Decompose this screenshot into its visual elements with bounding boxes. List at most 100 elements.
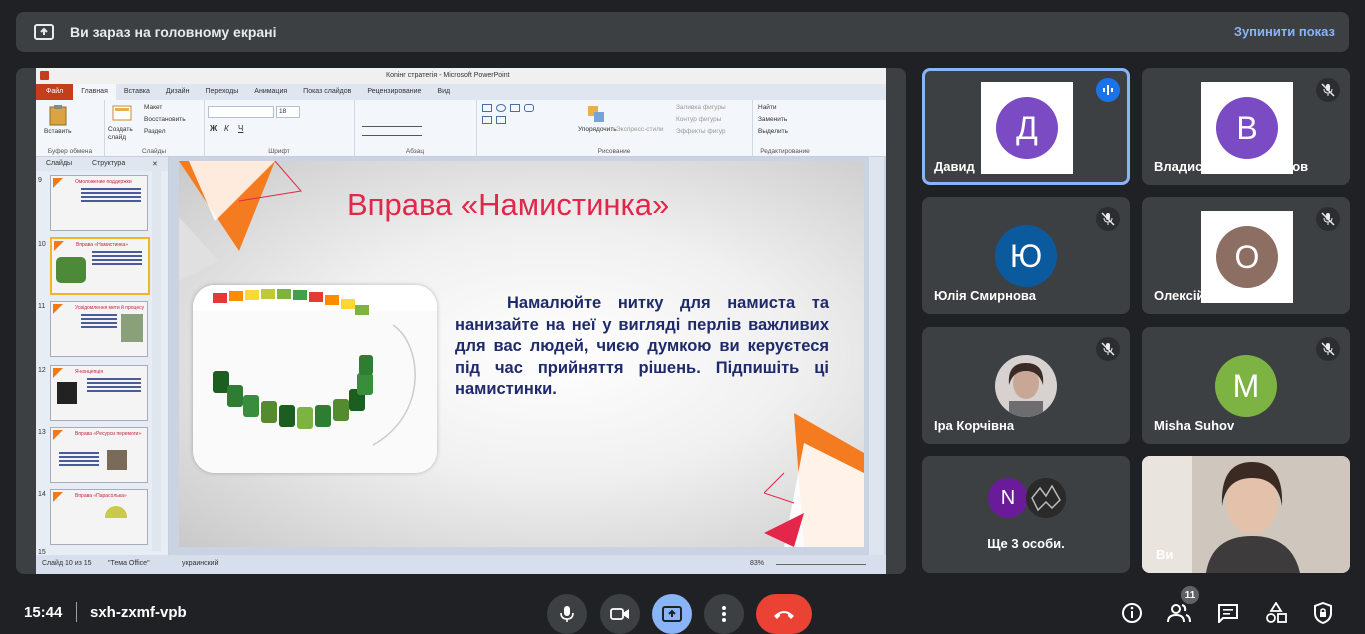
slides-pane: Слайды Структура ✕ 9 Омоложение поддержк… — [36, 157, 169, 556]
shape-outline-button[interactable]: Контур фигуры — [676, 116, 721, 123]
find-button[interactable]: Найти — [758, 104, 777, 111]
participant-tile-oleksii[interactable]: О Олексій Швачко — [1142, 197, 1350, 314]
slide-decoration-bottom — [764, 413, 864, 547]
participant-tile-ira[interactable]: Іра Корчівна — [922, 327, 1130, 444]
avatar-frame: Д — [981, 82, 1073, 174]
shape-fill-button[interactable]: Заливка фигуры — [676, 104, 726, 111]
quick-styles-button[interactable]: Экспресс-стили — [616, 126, 664, 133]
clock: 15:44 — [24, 604, 63, 621]
tab-slideshow[interactable]: Показ слайдов — [295, 84, 359, 100]
replace-button[interactable]: Заменить — [758, 116, 787, 123]
thumb-title: Вправа «Ресурси перемоги» — [75, 431, 142, 437]
select-button[interactable]: Выделить — [758, 128, 788, 135]
banner-text: Ви зараз на головному екрані — [70, 24, 277, 40]
tab-slides[interactable]: Слайды — [46, 160, 72, 167]
ppt-statusbar: Слайд 10 из 15 "Тема Office" украинский … — [36, 555, 886, 574]
slide-editor: Вправа «Намистинка» Намалюйте нитку для … — [169, 157, 886, 555]
participant-name: Misha Suhov — [1154, 418, 1235, 433]
pane-tabs: Слайды Структура ✕ — [36, 157, 168, 171]
participant-tile-misha[interactable]: M Misha Suhov — [1142, 327, 1350, 444]
hang-up-icon — [774, 611, 794, 619]
activities-icon — [1266, 602, 1287, 623]
tab-transitions[interactable]: Переходы — [197, 84, 246, 100]
slide-thumbnail[interactable]: Усвідомлення мети й процесу — [50, 301, 148, 357]
camera-button[interactable] — [600, 594, 640, 634]
new-slide-icon — [112, 105, 132, 121]
slide-thumbnail[interactable]: Я-концепція — [50, 365, 148, 421]
tab-file[interactable]: Файл — [36, 84, 74, 100]
shape-oval[interactable] — [496, 104, 506, 112]
slides-pane-scrollbar[interactable] — [152, 171, 161, 551]
arrange-button[interactable]: Упорядочить — [578, 126, 617, 133]
speaking-indicator-icon — [1096, 78, 1120, 102]
participant-name: Владислав Гребенніков — [1154, 159, 1309, 174]
italic-button[interactable]: К — [224, 124, 229, 133]
group-label-font: Шрифт — [268, 148, 290, 155]
tab-review[interactable]: Рецензирование — [359, 84, 429, 100]
avatar-initial: M — [1232, 367, 1260, 404]
avatar: Д — [996, 97, 1058, 159]
activities-button[interactable] — [1263, 600, 1289, 626]
tab-view[interactable]: Вид — [429, 84, 458, 100]
shape-arrow[interactable] — [496, 116, 506, 124]
avatar-initial: N — [1000, 486, 1016, 509]
slide-scrollbar[interactable] — [869, 157, 884, 555]
leave-call-button[interactable] — [756, 594, 812, 634]
participant-tile-vladyslav[interactable]: В Владислав Гребенніков — [1142, 68, 1350, 185]
layout-button[interactable]: Макет — [144, 104, 162, 111]
tab-home[interactable]: Главная — [73, 84, 116, 100]
self-video-tile[interactable]: Ви — [1142, 456, 1350, 573]
slide-thumbnail[interactable]: Вправа «Ресурси перемоги» — [50, 427, 148, 483]
necklace-photo — [193, 285, 437, 473]
tab-outline[interactable]: Структура — [92, 160, 125, 167]
shape-rounded[interactable] — [524, 104, 534, 112]
more-options-button[interactable] — [704, 594, 744, 634]
slide-thumbnail[interactable]: Вправа «Парасолька» — [50, 489, 148, 545]
slide-counter: Слайд 10 из 15 — [42, 560, 92, 567]
align-buttons[interactable] — [362, 126, 422, 136]
bold-button[interactable]: Ж — [210, 124, 217, 133]
chat-button[interactable] — [1215, 600, 1241, 626]
slide-thumbnail[interactable]: Омоложение поддержки — [50, 175, 148, 231]
microphone-icon — [560, 606, 574, 622]
shape-line[interactable] — [482, 116, 492, 124]
font-size-field[interactable]: 18 — [276, 106, 300, 118]
microphone-button[interactable] — [547, 594, 587, 634]
necklace-image — [193, 285, 437, 473]
stop-presenting-button[interactable]: Зупинити показ — [1234, 24, 1335, 39]
participant-tile-david[interactable]: Д Давид — [922, 68, 1130, 185]
reset-button[interactable]: Восстановить — [144, 116, 186, 123]
underline-button[interactable]: Ч — [238, 124, 243, 133]
slide-body-text: Намалюйте нитку для намиста та нанизайте… — [455, 294, 829, 398]
section-button[interactable]: Раздел — [144, 128, 165, 135]
zoom-slider[interactable] — [776, 564, 866, 565]
slide-title: Вправа «Намистинка» — [347, 187, 670, 222]
thumb-number: 12 — [38, 367, 46, 374]
font-name-field[interactable] — [208, 106, 274, 118]
new-slide-button[interactable]: Создать слайд — [108, 126, 138, 142]
participant-name: Іра Корчівна — [934, 418, 1015, 433]
avatar: M — [1215, 355, 1277, 417]
shape-effects-button[interactable]: Эффекты фигур — [676, 128, 726, 135]
slide-thumbnail-selected[interactable]: Вправа «Намистинка» — [50, 237, 150, 295]
group-label-editing: Редактирование — [760, 148, 810, 155]
more-vert-icon — [722, 606, 726, 622]
meeting-details-button[interactable] — [1119, 600, 1145, 626]
shape-rect[interactable] — [482, 104, 492, 112]
mic-off-icon — [1316, 78, 1340, 102]
tab-insert[interactable]: Вставка — [116, 84, 158, 100]
others-tile[interactable]: N Ще 3 особи. — [922, 456, 1130, 573]
mic-off-icon — [1316, 207, 1340, 231]
mic-off-icon — [1096, 207, 1120, 231]
tab-animation[interactable]: Анимация — [246, 84, 295, 100]
participant-tile-yulia[interactable]: Ю Юлія Смирнова — [922, 197, 1130, 314]
present-now-button[interactable] — [652, 594, 692, 634]
thumb-number: 14 — [38, 491, 46, 498]
paste-button[interactable]: Вставить — [44, 128, 72, 135]
powerpoint-logo-icon — [40, 71, 49, 80]
tab-design[interactable]: Дизайн — [158, 84, 198, 100]
mic-off-icon — [1096, 337, 1120, 361]
close-pane-icon[interactable]: ✕ — [152, 160, 158, 168]
host-controls-button[interactable] — [1310, 600, 1336, 626]
shape-rect-2[interactable] — [510, 104, 520, 112]
